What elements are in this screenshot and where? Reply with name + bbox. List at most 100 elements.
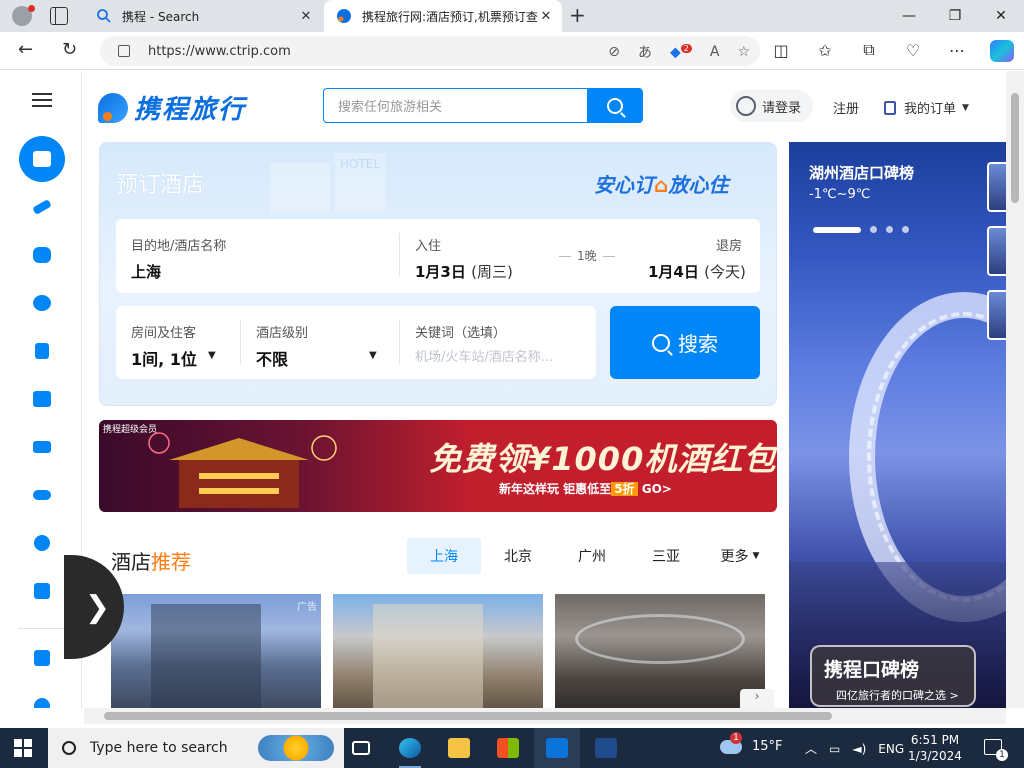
sidebar-item-train[interactable] <box>19 232 65 278</box>
ctrip-logo[interactable]: 携程旅行 <box>98 89 246 126</box>
back-icon[interactable]: ← <box>18 41 33 59</box>
rooms-select[interactable]: 1间, 1位 <box>131 346 197 370</box>
powershell-icon[interactable] <box>583 728 629 768</box>
carousel-dot[interactable] <box>886 226 893 233</box>
translate-icon[interactable]: あ <box>638 42 652 62</box>
site-search-button[interactable] <box>587 89 642 122</box>
close-window-icon[interactable]: ✕ <box>978 0 1024 32</box>
hotel-card[interactable]: 广告 <box>111 594 321 708</box>
more-icon[interactable]: ⋯ <box>946 41 968 60</box>
badge-title: 携程口碑榜 <box>824 659 920 681</box>
horizontal-scrollbar[interactable] <box>84 708 1006 724</box>
chevron-down-icon[interactable]: ▼ <box>369 350 377 361</box>
tab-city-shanghai[interactable]: 上海 <box>407 538 481 574</box>
my-orders-menu[interactable]: 我的订单 ▼ <box>884 98 969 117</box>
file-explorer-icon[interactable] <box>436 728 482 768</box>
new-tab-icon[interactable]: + <box>569 5 586 25</box>
volume-icon[interactable]: ◄) <box>852 742 866 756</box>
recommend-title: 酒店推荐 <box>111 550 191 574</box>
favorite-star-icon[interactable]: ☆ <box>737 44 750 60</box>
mail-icon[interactable] <box>534 728 580 768</box>
lock-icon[interactable] <box>118 45 130 57</box>
promo-banner[interactable]: 携程超级会员 免费领¥1000机酒红包 新年这样玩 钜惠低至 5折 GO> <box>99 420 777 512</box>
thumbnail[interactable] <box>987 162 1006 212</box>
url-field[interactable]: https://www.ctrip.com ⊘ あ ◆ 2 A ☆ <box>100 36 760 66</box>
refresh-icon[interactable]: ↻ <box>62 41 77 59</box>
tab-city-guangzhou[interactable]: 广州 <box>555 538 629 574</box>
sidebar-item-bus[interactable] <box>19 376 65 422</box>
read-aloud-icon[interactable]: A <box>710 44 720 60</box>
clock[interactable]: 6:51 PM 1/3/2024 <box>900 732 970 764</box>
favorites-icon[interactable]: ✩ <box>814 41 836 60</box>
sidebar-item-global[interactable] <box>19 520 65 566</box>
destination-input[interactable]: 上海 <box>131 261 161 282</box>
sidebar-item-hotel[interactable] <box>19 136 65 182</box>
copilot-icon[interactable] <box>990 40 1014 62</box>
sidebar-item-guide[interactable] <box>19 328 65 374</box>
site-search-input[interactable]: 搜索任何旅游相关 <box>324 89 587 122</box>
collections-icon[interactable]: ⧉ <box>858 40 880 60</box>
sidebar-item-z[interactable] <box>19 635 65 681</box>
profile-icon[interactable] <box>8 4 36 28</box>
checkin-date[interactable]: 1月3日 (周三) <box>415 261 513 282</box>
tab-actions-icon[interactable] <box>50 7 68 25</box>
hotel-icon <box>33 151 51 167</box>
sidebar-item-car[interactable] <box>19 472 65 518</box>
tracking-icon[interactable]: ⊘ <box>608 44 620 60</box>
thumbnail[interactable] <box>987 226 1006 276</box>
sidebar-item-tour[interactable] <box>19 280 65 326</box>
sidebar-item-photo[interactable] <box>19 424 65 470</box>
extension-icon[interactable]: ◆ 2 <box>670 43 692 60</box>
tab-city-beijing[interactable]: 北京 <box>481 538 555 574</box>
task-view-icon[interactable] <box>338 728 384 768</box>
sidebar-item-deals[interactable] <box>19 568 65 614</box>
next-page-icon[interactable]: › <box>740 689 774 708</box>
keyword-input[interactable]: 机场/火车站/酒店名称... <box>415 346 553 365</box>
menu-icon[interactable] <box>32 93 52 107</box>
hotel-card[interactable] <box>333 594 543 708</box>
chevron-up-icon[interactable]: ︿ <box>805 740 817 757</box>
scrollbar-thumb[interactable] <box>1011 93 1019 203</box>
hotel-card[interactable] <box>555 594 765 708</box>
carousel-dot[interactable] <box>870 226 877 233</box>
edge-browser-icon[interactable] <box>387 728 433 768</box>
tab-ctrip[interactable]: 携程旅行网:酒店预订,机票预订查 ✕ <box>324 0 562 32</box>
restore-icon[interactable]: ❐ <box>932 0 978 32</box>
thumbnail[interactable] <box>987 290 1006 340</box>
ranking-badge[interactable]: 携程口碑榜 四亿旅行者的口碑之选 > <box>810 645 976 707</box>
register-link[interactable]: 注册 <box>833 98 859 117</box>
car-icon <box>33 490 51 500</box>
windows-start-icon[interactable] <box>14 739 32 757</box>
chevron-down-icon[interactable]: ▼ <box>208 350 216 361</box>
bus-icon <box>33 391 51 407</box>
dolphin-logo-icon <box>98 92 128 123</box>
split-screen-icon[interactable]: ◫ <box>770 41 792 60</box>
scrollbar-thumb[interactable] <box>104 712 832 720</box>
book-icon <box>35 343 49 359</box>
tab-city-more[interactable]: 更多 ▼ <box>703 538 777 574</box>
tab-city-sanya[interactable]: 三亚 <box>629 538 703 574</box>
performance-icon[interactable]: ♡ <box>902 41 924 60</box>
minimize-icon[interactable]: — <box>886 0 932 32</box>
star-select[interactable]: 不限 <box>256 346 288 370</box>
hotel-search-button[interactable]: 搜索 <box>610 306 760 379</box>
store-icon[interactable] <box>485 728 531 768</box>
ranking-banner[interactable]: 湖州酒店口碑榜 -1℃~9℃ 携程口碑榜 四亿旅行者的口碑之选 > <box>789 142 1006 708</box>
carousel-dot-active[interactable] <box>813 226 861 233</box>
sidebar-item-ctrip[interactable] <box>19 683 65 708</box>
tab-search[interactable]: 携程 - Search ✕ <box>84 0 322 32</box>
url-text[interactable]: https://www.ctrip.com <box>148 44 291 59</box>
network-icon[interactable]: ▭ <box>829 742 840 756</box>
sidebar-item-flight[interactable] <box>19 184 65 230</box>
close-tab-icon[interactable]: ✕ <box>538 9 554 24</box>
login-button[interactable]: 请登录 <box>730 90 814 122</box>
carousel-dot[interactable] <box>902 226 909 233</box>
checkout-date[interactable]: 1月4日 (今天) <box>648 261 746 282</box>
weather-widget[interactable]: 15°F <box>720 731 783 754</box>
vertical-scrollbar[interactable] <box>1006 71 1024 708</box>
taskbar-search[interactable]: Type here to search <box>48 728 344 768</box>
rooms-filter-card: 房间及住客 1间, 1位 ▼ 酒店级别 不限 ▼ 关键词（选填） 机场/火车站/… <box>116 306 596 379</box>
search-icon <box>606 97 623 114</box>
close-tab-icon[interactable]: ✕ <box>298 9 314 24</box>
notification-icon[interactable] <box>984 739 1008 761</box>
